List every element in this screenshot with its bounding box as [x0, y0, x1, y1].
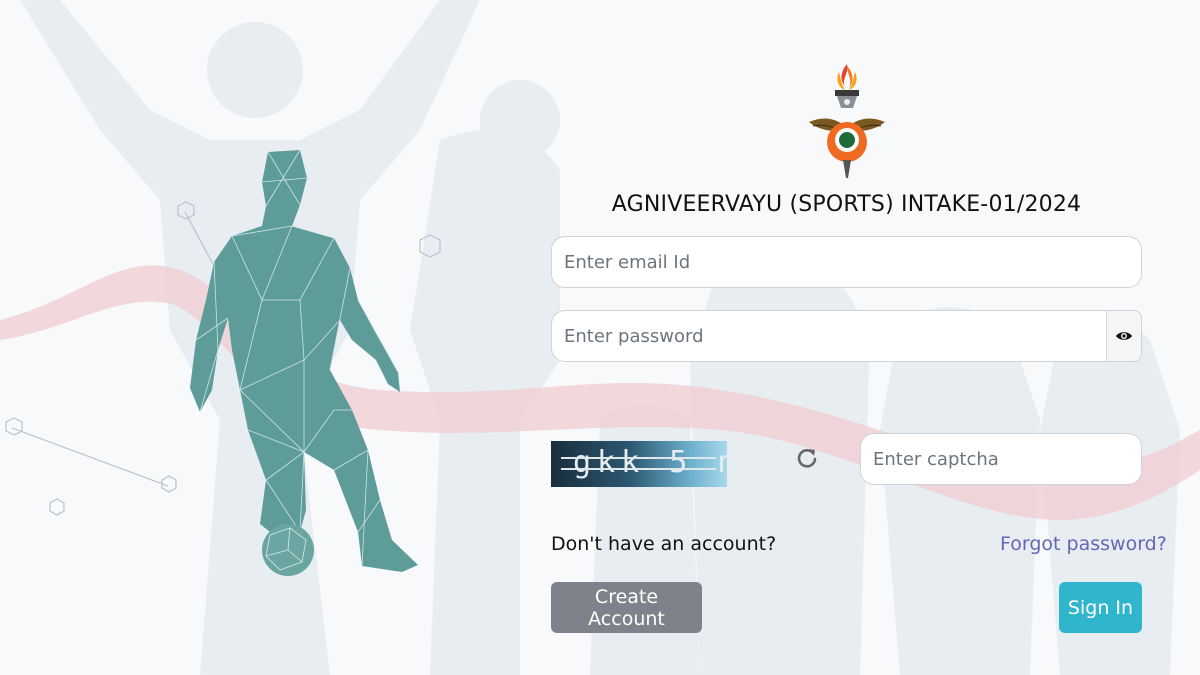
eye-icon — [1116, 332, 1132, 340]
captcha-field[interactable] — [860, 433, 1142, 485]
refresh-icon — [797, 449, 817, 468]
captcha-text: gkk 5 n — [573, 445, 727, 480]
captcha-strike-line — [561, 468, 716, 470]
sign-in-button[interactable]: Sign In — [1059, 582, 1142, 633]
password-field[interactable] — [551, 310, 1107, 362]
email-field[interactable] — [551, 236, 1142, 288]
create-account-button[interactable]: Create Account — [551, 582, 702, 633]
captcha-refresh-button[interactable] — [795, 445, 819, 471]
show-password-button[interactable] — [1106, 310, 1142, 362]
air-force-emblem — [809, 64, 885, 178]
page-title: AGNIVEERVAYU (SPORTS) INTAKE-01/2024 — [611, 192, 1082, 217]
captcha-image: gkk 5 n — [551, 441, 727, 487]
no-account-text: Don't have an account? — [551, 533, 777, 555]
captcha-strike-line — [561, 457, 716, 459]
forgot-password-link[interactable]: Forgot password? — [1000, 533, 1167, 555]
